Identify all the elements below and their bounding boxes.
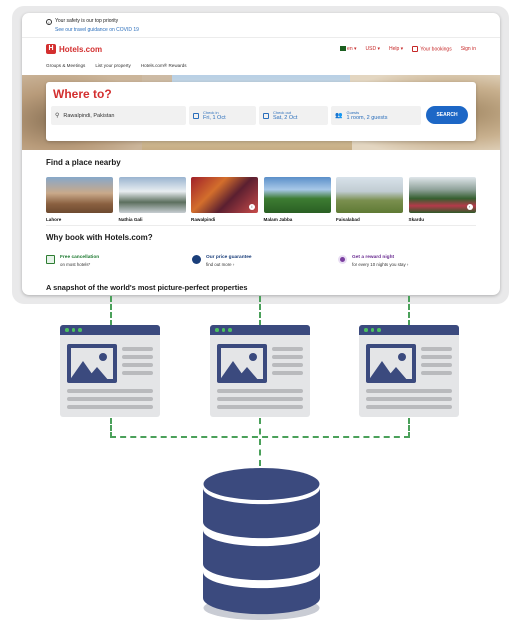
divider	[46, 225, 476, 226]
covid-guidance-link[interactable]: See our travel guidance on COVID 19	[55, 27, 139, 34]
benefit-title: Free cancellation	[60, 255, 100, 260]
place-image	[46, 177, 113, 213]
price-guarantee-benefit: Our price guarantee find out more ›	[192, 254, 338, 268]
place-name: Skardu	[408, 217, 425, 222]
search-button[interactable]: SEARCH	[426, 106, 468, 124]
place-name: Malam Jabba	[263, 217, 293, 222]
reward-night-benefit: Get a reward night for every 10 nights y…	[338, 254, 484, 268]
language-label: en	[347, 46, 353, 53]
checkin-value: Fri, 1 Oct	[203, 114, 226, 121]
connector-line	[110, 296, 112, 326]
hotels-h-icon: H	[46, 44, 56, 54]
web-page-icon	[210, 325, 310, 417]
destination-value: Rawalpindi, Pakistan	[63, 112, 115, 119]
sign-in-link[interactable]: Sign in	[461, 46, 476, 52]
place-name: Faisalabad	[336, 217, 360, 222]
logo-text: Hotels.com	[59, 44, 103, 54]
calendar-icon	[193, 112, 199, 119]
calendar-icon	[263, 112, 269, 119]
link-text: find out more	[206, 262, 232, 267]
guests-field[interactable]: 👥 Guests 1 room, 2 guests	[331, 106, 421, 125]
reward-link[interactable]: for every 10 nights you stay ›	[352, 261, 408, 268]
nearby-title: Find a place nearby	[46, 158, 121, 167]
calendar-icon	[412, 46, 419, 52]
header-utilities: en ▾ USD ▾ Help ▾ Your bookings Sign in	[337, 46, 476, 53]
hotels-logo[interactable]: H Hotels.com	[46, 44, 102, 54]
checkin-field[interactable]: Check in Fri, 1 Oct	[189, 106, 256, 125]
free-cancellation-benefit: Free cancellation on most hotels*	[46, 254, 192, 268]
list-property-link[interactable]: List your property	[95, 63, 131, 68]
guests-value: 1 room, 2 guests	[346, 114, 388, 121]
place-card-rawalpindi[interactable]: i Rawalpindi	[191, 177, 258, 222]
groups-meetings-link[interactable]: Groups & Meetings	[46, 63, 85, 68]
place-card-faisalabad[interactable]: Faisalabad	[336, 177, 403, 222]
place-card-skardu[interactable]: › Skardu	[408, 177, 476, 222]
checkout-field[interactable]: Check out Sat, 2 Oct	[259, 106, 328, 125]
benefit-title: Get a reward night	[352, 255, 395, 260]
pakistan-flag-icon	[337, 46, 346, 52]
place-card-malam-jabba[interactable]: Malam Jabba	[263, 177, 331, 222]
web-page-icon	[359, 325, 459, 417]
nearby-list: Lahore Nathia Gali i Rawalpindi Malam Ja…	[46, 177, 476, 222]
place-name: Nathia Gali	[118, 217, 143, 222]
currency-label: USD	[365, 46, 377, 53]
connector-line	[259, 296, 261, 326]
destination-field[interactable]: ⚲ Rawalpindi, Pakistan	[51, 106, 186, 125]
safety-text: Your safety is our top priority	[55, 18, 119, 24]
search-panel: Where to? ⚲ Rawalpindi, Pakistan Check i…	[46, 82, 476, 141]
covid-notice: i Your safety is our top priority See ou…	[46, 18, 139, 34]
hotels-website-screen: i Your safety is our top priority See ou…	[22, 13, 500, 295]
why-book-title: Why book with Hotels.com?	[46, 233, 153, 242]
currency-selector[interactable]: USD ▾	[366, 46, 380, 52]
place-card-nathia-gali[interactable]: Nathia Gali	[118, 177, 186, 222]
help-menu[interactable]: Help ▾	[389, 46, 403, 52]
price-tag-icon	[192, 255, 201, 264]
place-image: ›	[408, 177, 476, 213]
place-image: i	[191, 177, 258, 213]
info-icon[interactable]: i	[249, 204, 255, 210]
divider	[22, 37, 500, 38]
next-arrow-icon[interactable]: ›	[466, 204, 473, 210]
connector-line	[408, 418, 410, 438]
connector-line	[408, 296, 410, 326]
benefit-subtitle: on most hotels*	[60, 262, 91, 267]
place-card-lahore[interactable]: Lahore	[46, 177, 113, 222]
language-selector[interactable]: en ▾	[337, 46, 357, 53]
calendar-check-icon	[46, 255, 55, 264]
connector-line	[259, 418, 261, 466]
search-title: Where to?	[53, 87, 112, 101]
find-out-more-link[interactable]: find out more ›	[206, 261, 252, 268]
connector-line	[110, 418, 112, 438]
help-label: Help	[388, 46, 400, 53]
your-bookings-link[interactable]: Your bookings	[412, 46, 452, 52]
place-image	[336, 177, 403, 213]
link-text: for every 10 nights you stay	[352, 262, 406, 267]
place-image	[118, 177, 186, 213]
place-name: Lahore	[46, 217, 62, 222]
benefits-row: Free cancellation on most hotels* Our pr…	[46, 254, 484, 268]
benefit-title: Our price guarantee	[206, 255, 252, 260]
secondary-nav: Groups & Meetings List your property Hot…	[46, 63, 187, 68]
bookings-label: Your bookings	[420, 46, 452, 53]
moon-icon	[338, 255, 347, 264]
web-page-icon	[60, 325, 160, 417]
guests-icon: 👥	[335, 113, 343, 119]
rewards-link[interactable]: Hotels.com® Rewards	[141, 63, 187, 68]
place-name: Rawalpindi	[191, 217, 216, 222]
database-icon	[203, 468, 320, 620]
place-image	[263, 177, 331, 213]
info-icon: i	[46, 18, 52, 25]
checkout-value: Sat, 2 Oct	[273, 114, 298, 121]
search-icon: ⚲	[55, 113, 60, 119]
snapshot-title: A snapshot of the world's most picture-p…	[46, 283, 248, 292]
